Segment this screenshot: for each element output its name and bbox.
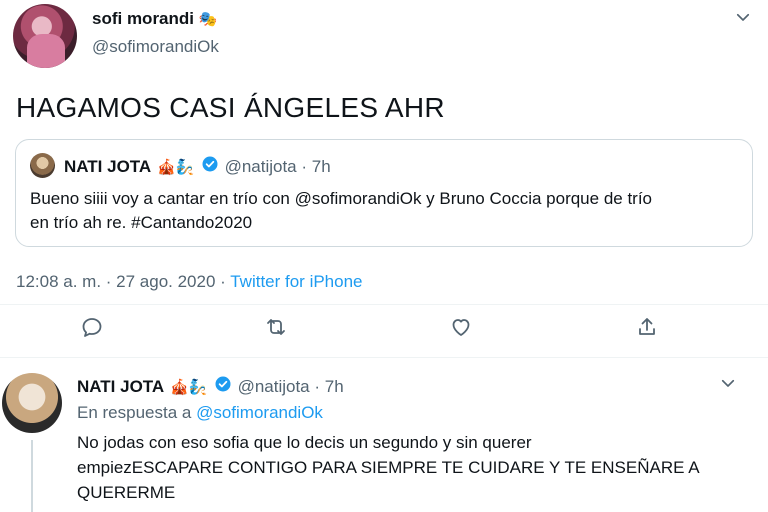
author-name[interactable]: sofi morandi: [92, 9, 194, 28]
reply-text-line-1: No jodas con eso sofia que lo decis un s…: [77, 433, 532, 452]
replying-to: En respuesta a @sofimorandiOk: [77, 403, 323, 423]
quoted-author-row: NATI JOTA 🎪🧞 @natijota · 7h: [64, 155, 331, 178]
reply-text-line-2: empiezESCAPARE CONTIGO PARA SIEMPRE TE C…: [77, 458, 700, 477]
circus-genie-emoji-icon: 🎪🧞: [157, 158, 195, 176]
tweet-timestamp[interactable]: 12:08 a. m. · 27 ago. 2020 ·: [16, 272, 230, 291]
theater-masks-icon: 🎭: [198, 11, 218, 28]
reply-text: No jodas con eso sofia que lo decis un s…: [77, 430, 700, 505]
quoted-author-name: NATI JOTA: [64, 156, 152, 176]
quoted-author-handle: @natijota · 7h: [224, 156, 331, 176]
reply-author-row[interactable]: NATI JOTA 🎪🧞 @natijota · 7h: [77, 375, 344, 398]
reply-icon[interactable]: [78, 313, 106, 341]
tweet-text: HAGAMOS CASI ÁNGELES AHR: [16, 92, 445, 123]
retweet-icon[interactable]: [262, 313, 290, 341]
replying-to-label: En respuesta a: [77, 403, 197, 422]
author-name-row[interactable]: sofi morandi 🎭: [92, 9, 217, 29]
like-icon[interactable]: [447, 313, 475, 341]
share-icon[interactable]: [633, 313, 661, 341]
author-avatar[interactable]: [13, 4, 77, 68]
replying-to-handle-link[interactable]: @sofimorandiOk: [196, 403, 323, 422]
reply-text-line-3: QUERERME: [77, 483, 176, 502]
circus-genie-emoji-icon: 🎪🧞: [170, 378, 208, 396]
verified-badge-icon: [201, 155, 219, 178]
quoted-tweet-text: Bueno siiii voy a cantar en trío con @so…: [30, 187, 652, 235]
divider: [0, 357, 768, 358]
reply-author-name[interactable]: NATI JOTA: [77, 377, 164, 397]
reply-options-chevron-icon[interactable]: [719, 374, 737, 397]
verified-badge-icon: [214, 375, 232, 398]
thread-line: [31, 440, 33, 512]
quoted-text-line-1: Bueno siiii voy a cantar en trío con @so…: [30, 189, 653, 208]
reply-author-avatar[interactable]: [2, 373, 62, 433]
quoted-author-avatar: [30, 153, 55, 178]
tweet-meta: 12:08 a. m. · 27 ago. 2020 · Twitter for…: [16, 272, 363, 292]
divider: [0, 304, 768, 305]
reply-author-handle[interactable]: @natijota · 7h: [238, 377, 344, 397]
tweet-options-chevron-icon[interactable]: [734, 8, 752, 31]
quoted-text-line-2: en trío ah re. #Cantando2020: [30, 213, 253, 232]
author-handle[interactable]: @sofimorandiOk: [92, 37, 219, 57]
tweet-source-link[interactable]: Twitter for iPhone: [230, 272, 362, 291]
